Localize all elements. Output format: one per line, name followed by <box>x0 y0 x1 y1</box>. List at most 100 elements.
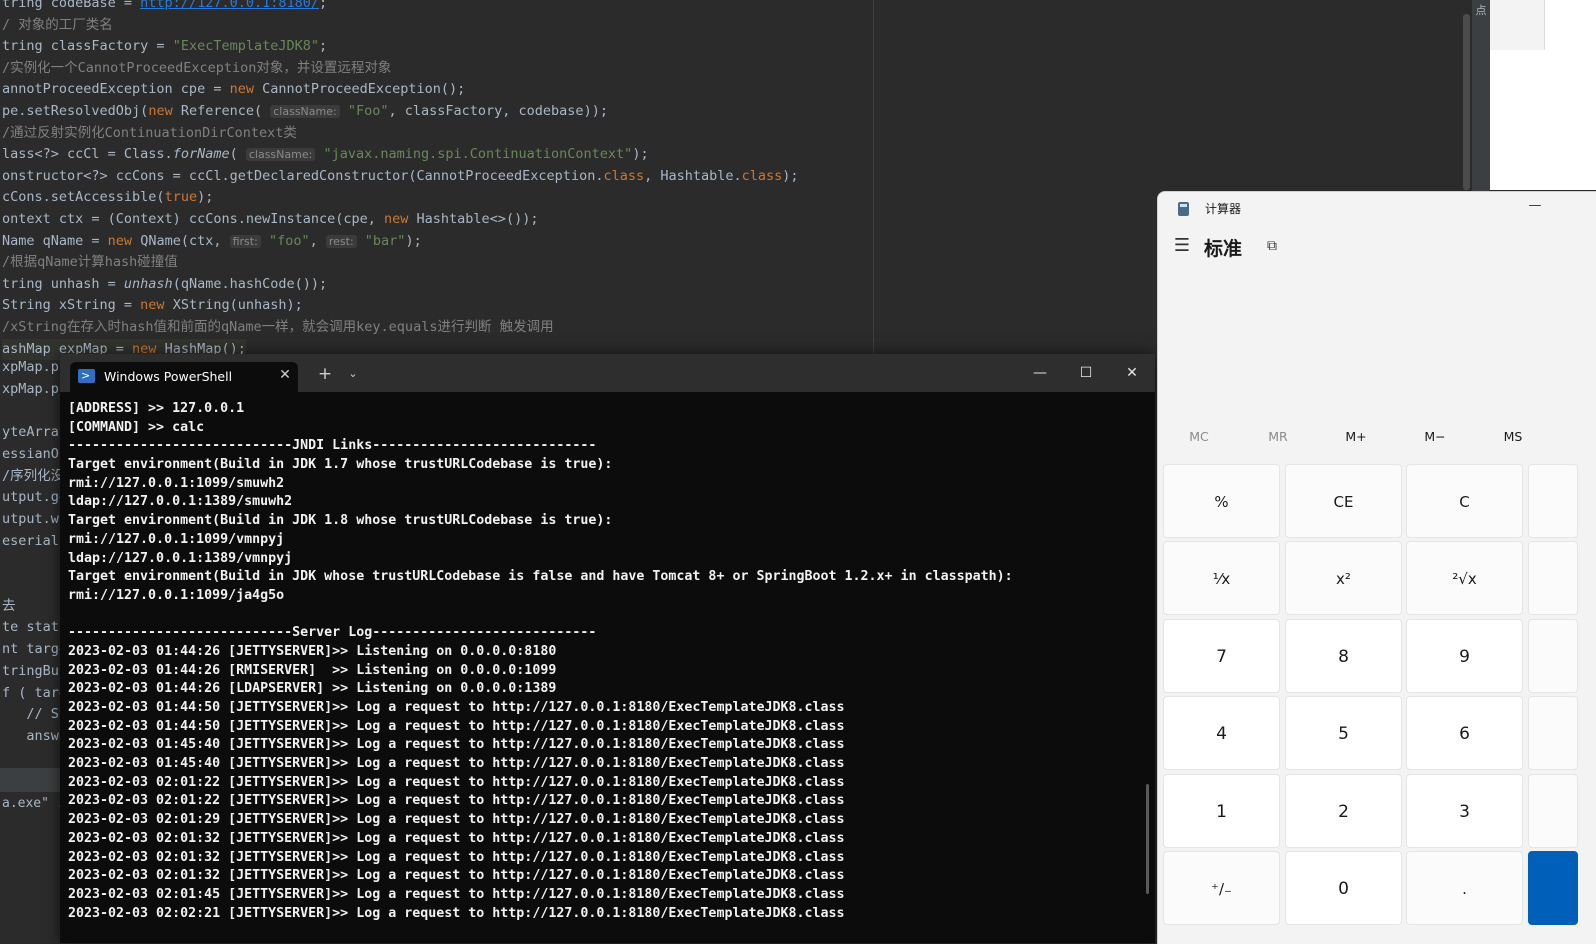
powershell-titlebar[interactable]: > Windows PowerShell ✕ + ⌄ — ☐ ✕ <box>60 354 1155 392</box>
terminal-line: Target environment(Build in JDK 1.8 whos… <box>68 513 613 529</box>
memory-button-mminus[interactable]: M− <box>1399 425 1471 449</box>
code-token: ontext ctx = (Context) ccCons.newInstanc… <box>2 211 385 227</box>
calc-key-partial[interactable] <box>1528 541 1578 615</box>
code-token: "bar" <box>356 232 406 249</box>
code-token: class <box>603 167 645 184</box>
code-line[interactable]: annotProceedException cpe = new CannotPr… <box>2 79 465 100</box>
editor-right-margin <box>873 0 874 354</box>
terminal-line: Target environment(Build in JDK 1.7 whos… <box>68 457 613 473</box>
code-line[interactable]: /通过反射实例化ContinuationDirContext类 <box>2 123 297 144</box>
calculator-minimize-button[interactable]: — <box>1520 194 1550 218</box>
code-line-fragment: xpMap.pu <box>2 380 68 397</box>
code-line-fragment: utput.ge <box>2 489 68 506</box>
calc-key[interactable]: ²√x <box>1406 541 1523 615</box>
calc-key[interactable]: 2 <box>1285 774 1402 848</box>
code-token: tring codeBase = <box>2 0 141 11</box>
code-token: QName(ctx, <box>132 232 230 249</box>
editor-scrollbar-thumb[interactable] <box>1463 14 1470 190</box>
calc-key[interactable]: 9 <box>1406 619 1523 693</box>
code-line[interactable]: tring unhash = unhash(qName.hashCode()); <box>2 274 327 295</box>
keep-on-top-icon[interactable]: ⧉ <box>1262 236 1282 256</box>
code-line-fragment: /序列化没 <box>2 467 65 484</box>
code-token: Reference( <box>172 103 271 119</box>
code-line[interactable]: /根据qName计算hash碰撞值 <box>2 252 178 273</box>
close-button[interactable]: ✕ <box>1110 360 1154 386</box>
code-line[interactable]: Name qName = new QName(ctx, first: "foo"… <box>2 231 422 252</box>
memory-button-mr[interactable]: MR <box>1242 425 1314 449</box>
calc-key[interactable]: 4 <box>1163 696 1280 770</box>
code-token: class <box>741 167 783 184</box>
parameter-hint: rest: <box>325 234 357 248</box>
minimize-button[interactable]: — <box>1018 360 1062 386</box>
terminal-line: 2023-02-03 02:01:22 [JETTYSERVER]>> Log … <box>68 774 845 790</box>
calc-key[interactable]: CE <box>1285 464 1402 538</box>
code-line[interactable]: /xString在存入时hash值和前面的qName一样，就会调用key.equ… <box>2 317 554 338</box>
ide-bottom-toolbar <box>0 768 60 792</box>
calc-key[interactable]: C <box>1406 464 1523 538</box>
terminal-line: 2023-02-03 02:02:21 [JETTYSERVER]>> Log … <box>68 905 845 921</box>
terminal-line: 2023-02-03 01:45:40 [JETTYSERVER]>> Log … <box>68 756 845 772</box>
calc-key-partial[interactable] <box>1528 696 1578 770</box>
calculator-window: 计算器 — ☰ 标准 ⧉ MC MR M+ M− MS% CE C ¹⁄x x² ²√x 7 8 9 4 5… <box>1157 191 1596 944</box>
new-tab-button[interactable]: + <box>316 364 334 384</box>
code-line[interactable]: onstructor<?> ccCons = ccCl.getDeclaredC… <box>2 166 799 187</box>
code-line[interactable]: /实例化一个CannotProceedException对象，并设置远程对象 <box>2 58 391 79</box>
calc-key[interactable]: 8 <box>1285 619 1402 693</box>
code-line[interactable]: tring codeBase = http://127.0.0.1:8180/; <box>2 0 327 14</box>
calc-key[interactable]: x² <box>1285 541 1402 615</box>
code-line-fragment: nt targe <box>2 641 68 658</box>
calc-key-partial[interactable] <box>1528 774 1578 848</box>
calculator-app-icon <box>1178 202 1189 216</box>
code-token: , Hashtable. <box>644 167 742 184</box>
code-token: new <box>140 297 165 314</box>
code-token: Name qName = <box>2 232 108 249</box>
calc-key[interactable]: ¹⁄x <box>1163 541 1280 615</box>
code-token: "javax.naming.spi.ContinuationContext" <box>315 146 633 163</box>
code-line[interactable]: / 对象的工厂类名 <box>2 15 113 36</box>
code-token: new <box>384 211 409 227</box>
calc-key[interactable]: . <box>1406 851 1523 925</box>
code-token: CannotProceedException(); <box>253 81 466 98</box>
code-line[interactable]: tring classFactory = "ExecTemplateJDK8"; <box>2 36 327 57</box>
hamburger-menu-icon[interactable]: ☰ <box>1172 236 1192 256</box>
code-line[interactable]: pe.setResolvedObj(new Reference( classNa… <box>2 101 608 122</box>
calc-key[interactable]: 0 <box>1285 851 1402 925</box>
background-window-band <box>1490 0 1545 50</box>
memory-button-ms[interactable]: MS <box>1477 425 1549 449</box>
terminal-line: 2023-02-03 01:44:26 [JETTYSERVER]>> List… <box>68 643 557 659</box>
code-token: new <box>229 81 254 98</box>
code-token: ( <box>229 146 246 163</box>
code-line-fragment: answe <box>2 727 68 744</box>
memory-button-mc[interactable]: MC <box>1163 425 1235 449</box>
terminal-line: 2023-02-03 01:44:26 [LDAPSERVER] >> List… <box>68 681 557 697</box>
tab-dropdown-button[interactable]: ⌄ <box>344 364 362 384</box>
code-line[interactable]: lass<?> ccCl = Class.forName( className:… <box>2 144 649 165</box>
terminal-output[interactable]: [ADDRESS] >> 127.0.0.1 [COMMAND] >> calc -… <box>68 400 1143 943</box>
calc-key[interactable]: 5 <box>1285 696 1402 770</box>
memory-button-mplus[interactable]: M+ <box>1320 425 1392 449</box>
terminal-line: [ADDRESS] >> 127.0.0.1 <box>68 401 245 416</box>
calc-key-partial[interactable] <box>1528 619 1578 693</box>
code-token: /实例化一个CannotProceedException对象，并设置远程对象 <box>2 59 392 76</box>
calc-key[interactable]: 6 <box>1406 696 1523 770</box>
equals-button[interactable] <box>1528 851 1578 925</box>
code-token: ); <box>632 146 649 163</box>
calc-key[interactable]: 3 <box>1406 774 1523 848</box>
terminal-line: rmi://127.0.0.1:1099/smuwh2 <box>68 475 285 491</box>
code-token: , classFactory, codebase)); <box>388 103 608 119</box>
terminal-line: 2023-02-03 01:44:26 [RMISERVER] >> Liste… <box>68 662 557 678</box>
calc-key[interactable]: % <box>1163 464 1280 538</box>
tab-close-icon[interactable]: ✕ <box>276 366 294 384</box>
code-line-fragment: f ( targ <box>2 684 68 701</box>
terminal-scrollbar[interactable] <box>1146 784 1149 894</box>
calc-key-partial[interactable] <box>1528 464 1578 538</box>
code-line[interactable]: ontext ctx = (Context) ccCons.newInstanc… <box>2 209 538 230</box>
tab-windows-powershell[interactable]: > Windows PowerShell ✕ <box>70 362 298 392</box>
calc-key[interactable]: 7 <box>1163 619 1280 693</box>
maximize-button[interactable]: ☐ <box>1064 360 1108 386</box>
code-line[interactable]: cCons.setAccessible(true); <box>2 187 213 208</box>
calc-key[interactable]: ⁺∕₋ <box>1163 851 1280 925</box>
calc-key[interactable]: 1 <box>1163 774 1280 848</box>
code-line[interactable]: String xString = new XString(unhash); <box>2 295 303 316</box>
ide-tool-strip-label[interactable]: 点 <box>1472 2 1490 18</box>
